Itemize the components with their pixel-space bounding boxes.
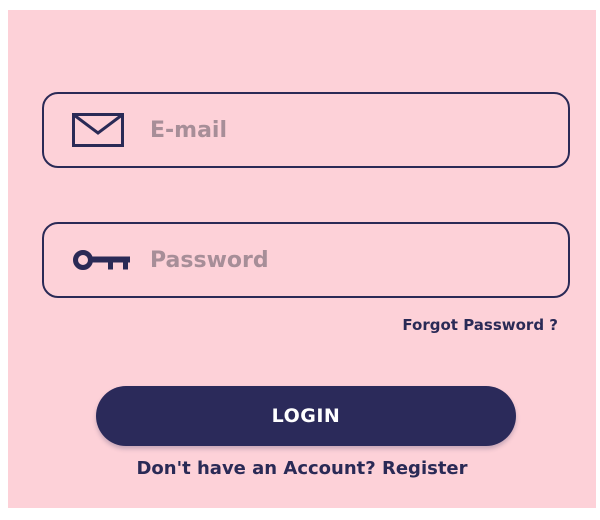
- password-input[interactable]: [150, 224, 550, 296]
- email-input[interactable]: [150, 94, 550, 166]
- register-link[interactable]: Register: [382, 458, 468, 479]
- login-screen: Forgot Password ? LOGIN Don't have an Ac…: [8, 10, 596, 508]
- login-button[interactable]: LOGIN: [96, 386, 516, 446]
- email-field[interactable]: [42, 92, 570, 168]
- register-prompt: Don't have an Account? Register: [8, 458, 596, 479]
- password-field[interactable]: [42, 222, 570, 298]
- key-icon: [72, 248, 134, 272]
- account-prompt-text: Don't have an Account?: [136, 458, 376, 479]
- envelope-icon: [72, 113, 124, 147]
- forgot-password-link[interactable]: Forgot Password ?: [402, 316, 558, 334]
